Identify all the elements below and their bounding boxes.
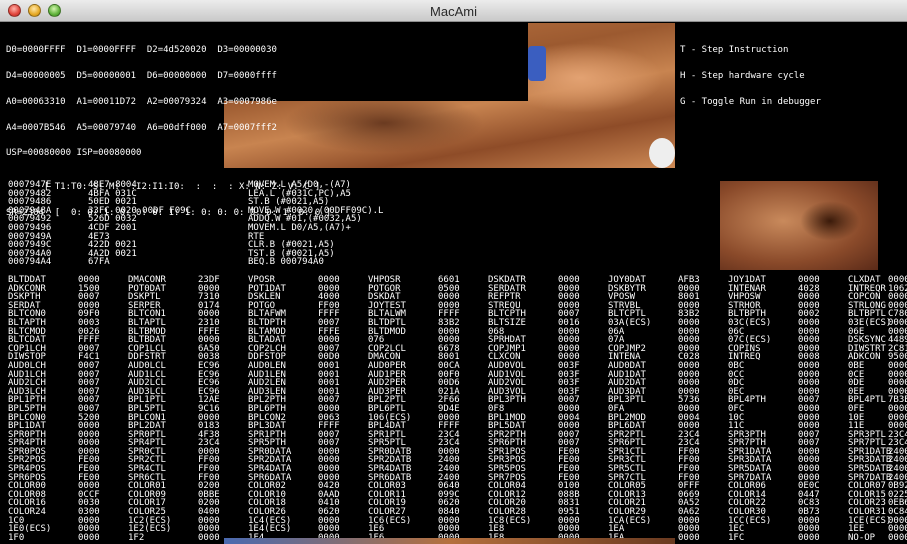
disasm-address: 000794A4 bbox=[8, 257, 52, 268]
window-title: MacAmi bbox=[430, 4, 477, 19]
register-value: 0000 bbox=[78, 532, 100, 543]
chipset-register-table: BLTDDAT 0000 DMACONR 23DF VPOSR 0000 VHPOSR 660… bbox=[8, 276, 907, 542]
register-line: USP=00080000 ISP=00080000 bbox=[6, 148, 142, 159]
register-name: 1FC bbox=[728, 532, 745, 543]
register-line: A4=0007B546 A5=00079740 A6=00dff000 A7=0… bbox=[6, 122, 277, 133]
macami-window: MacAmi D0=0000FFFF D1=0000FFFF D2=4d5200… bbox=[0, 0, 907, 544]
register-name: NO-OP bbox=[848, 532, 876, 543]
help-step-cycle: H - Step hardware cycle bbox=[680, 70, 805, 81]
title-bar[interactable]: MacAmi bbox=[0, 0, 907, 22]
disasm-opcode: 67FA bbox=[88, 257, 110, 268]
emulator-preview bbox=[720, 181, 878, 270]
help-step-instruction: T - Step Instruction bbox=[680, 45, 789, 56]
debugger-help: T - Step Instruction H - Step hardware c… bbox=[680, 29, 821, 124]
cpu-register-panel: D0=0000FFFF D1=0000FFFF D2=4d520020 D3=0… bbox=[0, 23, 528, 217]
emulator-screen-edge bbox=[224, 538, 675, 544]
register-line: D4=00000005 D5=00000001 D6=00000000 D7=0… bbox=[6, 70, 277, 81]
register-value: 0000 bbox=[888, 532, 907, 543]
help-toggle-run: G - Toggle Run in debugger bbox=[680, 96, 821, 107]
register-value: 0000 bbox=[198, 532, 220, 543]
disasm-instruction: BEQ.B 000794A0 bbox=[248, 257, 324, 268]
register-name: 1F0 bbox=[8, 532, 25, 543]
register-line: A0=00063310 A1=00011D72 A2=00079324 A3=0… bbox=[6, 96, 277, 107]
register-line: D0=0000FFFF D1=0000FFFF D2=4d520020 D3=0… bbox=[6, 45, 277, 56]
status-register: SR=2304 [ 0: 0: 1: 0: 0: 0: 1: 1: 0: 0: … bbox=[6, 207, 332, 218]
register-value: 0000 bbox=[678, 532, 700, 543]
register-value: 0000 bbox=[798, 532, 820, 543]
flags-header: [ T1:T0: S: M: :I2:I1:I0: : : : X: N: Z:… bbox=[6, 182, 321, 193]
register-name: 1F2 bbox=[128, 532, 145, 543]
